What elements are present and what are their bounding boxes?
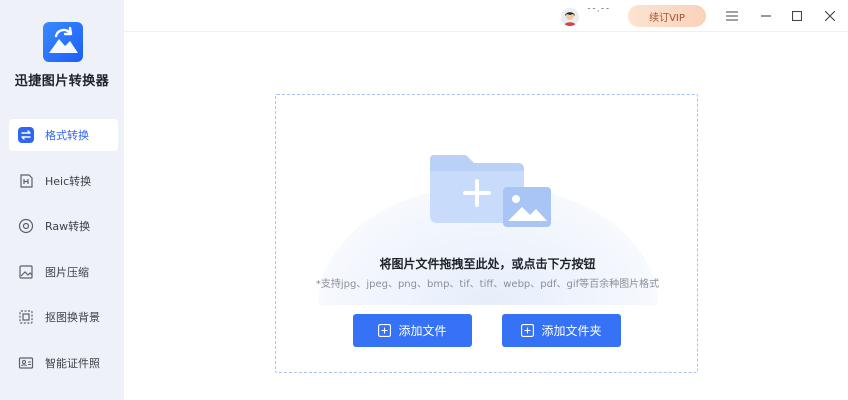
avatar[interactable]: [561, 8, 579, 26]
format-convert-icon: [17, 126, 35, 144]
raw-icon: [17, 217, 35, 235]
image-compress-icon: [17, 263, 35, 281]
heic-icon: [17, 172, 35, 190]
close-icon[interactable]: [820, 6, 840, 26]
renew-vip-button[interactable]: 续订VIP: [628, 5, 706, 27]
add-folder-button[interactable]: 添加文件夹: [502, 314, 621, 347]
main-panel: ¯¯·¯¯ 续订VIP 将图片文件拖拽至此处，或点击下方按钮 *支持jpg、jp…: [124, 0, 848, 400]
sidebar-item-label: 抠图换背景: [45, 311, 100, 324]
sidebar-item-image-compress[interactable]: 图片压缩: [9, 256, 118, 288]
cutout-icon: [17, 308, 35, 326]
add-file-label: 添加文件: [398, 324, 447, 338]
sidebar-item-format-convert[interactable]: 格式转换: [9, 119, 118, 151]
add-folder-label: 添加文件夹: [541, 324, 602, 338]
minimize-icon[interactable]: [756, 6, 776, 26]
menu-icon[interactable]: [722, 6, 742, 26]
id-photo-icon: [17, 354, 35, 372]
add-file-button[interactable]: 添加文件: [353, 314, 472, 347]
title-bar: ¯¯·¯¯ 续订VIP: [124, 0, 848, 32]
app-name: 迅捷图片转换器: [14, 74, 110, 89]
app-logo-icon: [43, 22, 83, 62]
drop-zone-subtitle: *支持jpg、jpeg、png、bmp、tif、tiff、webp、pdf、gi…: [315, 279, 660, 290]
folder-add-illustration-icon: [426, 151, 552, 235]
maximize-icon[interactable]: [787, 6, 807, 26]
sidebar-item-label: 图片压缩: [45, 266, 89, 279]
sidebar-item-label: 智能证件照: [45, 357, 100, 370]
sidebar-item-label: Raw转换: [45, 220, 91, 233]
username[interactable]: ¯¯·¯¯: [587, 7, 611, 16]
drop-zone-title: 将图片文件拖拽至此处，或点击下方按钮: [379, 257, 596, 271]
file-drop-zone[interactable]: 将图片文件拖拽至此处，或点击下方按钮 *支持jpg、jpeg、png、bmp、t…: [275, 94, 698, 373]
sidebar-item-heic-convert[interactable]: Heic转换: [9, 165, 118, 197]
sidebar: 迅捷图片转换器 格式转换 Heic转换 Raw转换 图片压缩 抠图换背景 智能证…: [0, 0, 124, 400]
sidebar-item-label: 格式转换: [45, 129, 89, 142]
sidebar-item-cutout[interactable]: 抠图换背景: [9, 301, 118, 333]
sidebar-item-raw-convert[interactable]: Raw转换: [9, 210, 118, 242]
sidebar-item-id-photo[interactable]: 智能证件照: [9, 347, 118, 379]
add-folder-icon: [521, 324, 535, 337]
sidebar-item-label: Heic转换: [45, 175, 92, 188]
add-file-icon: [378, 324, 392, 337]
